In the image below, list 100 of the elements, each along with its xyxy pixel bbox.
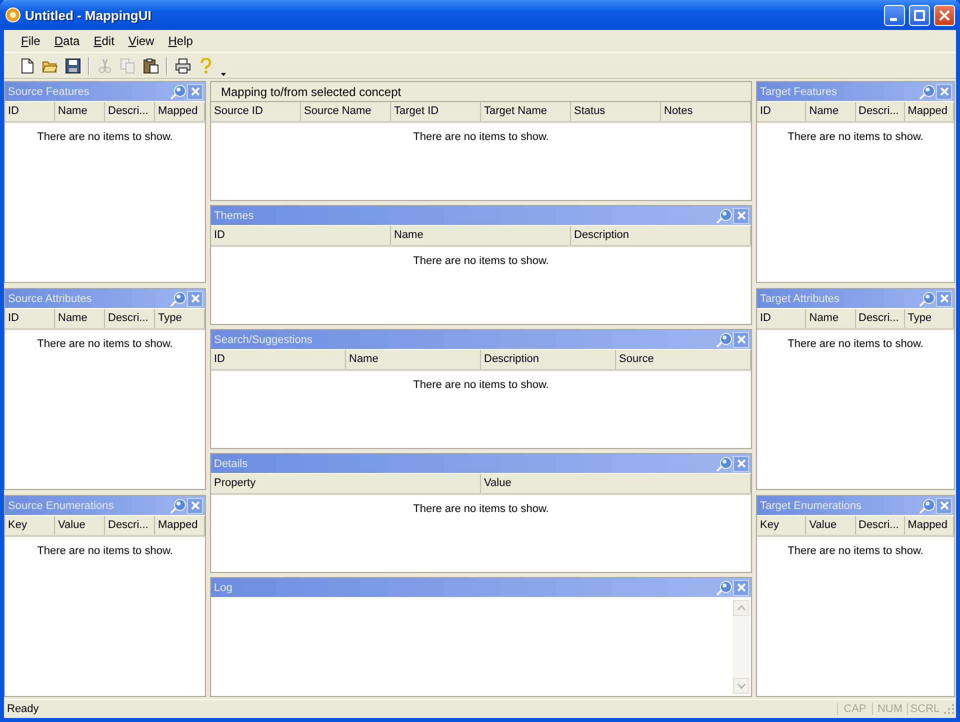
column-header[interactable]: Name [806, 102, 856, 121]
menu-item[interactable]: View [121, 32, 162, 50]
close-panel-button[interactable] [733, 456, 749, 472]
column-header[interactable]: ID [757, 309, 806, 328]
column-header[interactable]: Value [55, 516, 105, 535]
close-panel-button[interactable] [187, 84, 203, 100]
column-header[interactable]: Type [904, 309, 954, 328]
close-panel-button[interactable] [187, 498, 203, 514]
empty-message: There are no items to show. [412, 254, 550, 267]
question-mark-icon [198, 58, 214, 74]
close-panel-button[interactable] [733, 580, 749, 596]
column-header[interactable]: Mapped [155, 516, 205, 535]
empty-message: There are no items to show. [412, 130, 550, 143]
menu-item[interactable]: Edit [86, 32, 122, 50]
maximize-icon [914, 10, 925, 20]
column-header[interactable]: ID [211, 350, 346, 369]
close-panel-button[interactable] [733, 332, 749, 348]
column-header[interactable]: Descri... [856, 102, 905, 121]
column-header[interactable]: Mapped [904, 516, 954, 535]
empty-message: There are no items to show. [786, 337, 924, 350]
close-panel-button[interactable] [936, 84, 952, 100]
minimize-button[interactable] [884, 4, 905, 26]
column-header[interactable]: Target Name [481, 102, 571, 121]
column-header[interactable]: ID [211, 226, 391, 245]
chevron-up-icon [736, 605, 746, 611]
column-header[interactable]: Type [155, 309, 205, 328]
column-header[interactable]: Mapped [155, 102, 205, 121]
column-header[interactable]: ID [5, 102, 55, 121]
column-header[interactable]: Descri... [105, 102, 155, 121]
panel-title: Target Enumerations [760, 500, 862, 512]
clipboard-icon [143, 58, 159, 74]
panel-title: Target Attributes [760, 292, 840, 304]
close-icon [190, 294, 200, 303]
printer-icon [175, 58, 191, 74]
column-header[interactable]: ID [757, 102, 806, 121]
copy-icon [120, 58, 136, 74]
column-header[interactable]: Name [55, 309, 105, 328]
close-icon [736, 459, 746, 468]
status-text: Ready [7, 703, 40, 715]
empty-message: There are no items to show. [36, 337, 174, 350]
chevron-down-icon [736, 683, 746, 689]
scroll-down-button[interactable] [733, 678, 749, 694]
panel-title: Source Features [8, 86, 90, 98]
column-header[interactable]: Name [346, 350, 481, 369]
close-button[interactable] [934, 4, 955, 26]
status-indicator: SCRL [907, 703, 942, 715]
empty-message: There are no items to show. [786, 130, 924, 143]
close-icon [736, 583, 746, 592]
panel-title: Source Attributes [8, 292, 93, 304]
menu-item[interactable]: File [14, 32, 48, 50]
app-icon [5, 7, 21, 23]
column-header[interactable]: Mapped [904, 102, 954, 121]
scroll-up-button[interactable] [733, 600, 749, 616]
column-header[interactable]: Descri... [856, 309, 905, 328]
window-title: Untitled - MappingUI [25, 8, 152, 22]
maximize-button[interactable] [909, 4, 930, 26]
close-panel-button[interactable] [936, 498, 952, 514]
column-header[interactable]: Name [55, 102, 105, 121]
panel-title: Target Features [760, 86, 838, 98]
column-header[interactable]: Status [571, 102, 661, 121]
menu-item[interactable]: Data [47, 32, 87, 50]
close-panel-button[interactable] [733, 208, 749, 224]
panel-title: Themes [214, 210, 255, 222]
close-icon [736, 211, 746, 220]
column-header[interactable]: Key [5, 516, 55, 535]
status-indicator: NUM [872, 703, 907, 715]
column-header[interactable]: Property [211, 474, 481, 493]
column-header[interactable]: ID [5, 309, 55, 328]
column-header[interactable]: Description [571, 226, 751, 245]
new-file-icon [19, 58, 35, 74]
column-header[interactable]: Value [806, 516, 856, 535]
close-panel-button[interactable] [187, 290, 203, 306]
column-header[interactable]: Description [481, 350, 616, 369]
column-header[interactable]: Name [806, 309, 856, 328]
column-header[interactable]: Notes [661, 102, 751, 121]
close-icon [940, 87, 948, 96]
column-header[interactable]: Source [616, 350, 751, 369]
column-header[interactable]: Source Name [301, 102, 391, 121]
column-header[interactable]: Target ID [391, 102, 481, 121]
column-header[interactable]: Descri... [856, 516, 905, 535]
column-header[interactable]: Value [481, 474, 751, 493]
close-panel-button[interactable] [936, 290, 952, 306]
empty-message: There are no items to show. [412, 378, 550, 391]
column-header[interactable]: Source ID [211, 102, 301, 121]
panel-title: Log [214, 582, 234, 594]
scissors-icon [97, 58, 113, 74]
empty-message: There are no items to show. [36, 130, 174, 143]
menu-item[interactable]: Help [161, 32, 200, 50]
column-header[interactable]: Descri... [105, 309, 155, 328]
scrollbar[interactable] [733, 600, 749, 694]
column-header[interactable]: Descri... [105, 516, 155, 535]
column-header[interactable]: Key [757, 516, 806, 535]
empty-message: There are no items to show. [786, 544, 924, 557]
column-header[interactable]: Name [391, 226, 571, 245]
close-icon [940, 294, 948, 303]
panel-title: Search/Suggestions [214, 334, 314, 346]
panel-caption: Mapping to/from selected concept [211, 82, 751, 102]
empty-message: There are no items to show. [36, 544, 174, 557]
status-indicator: CAP [837, 703, 872, 715]
close-icon [939, 10, 950, 20]
